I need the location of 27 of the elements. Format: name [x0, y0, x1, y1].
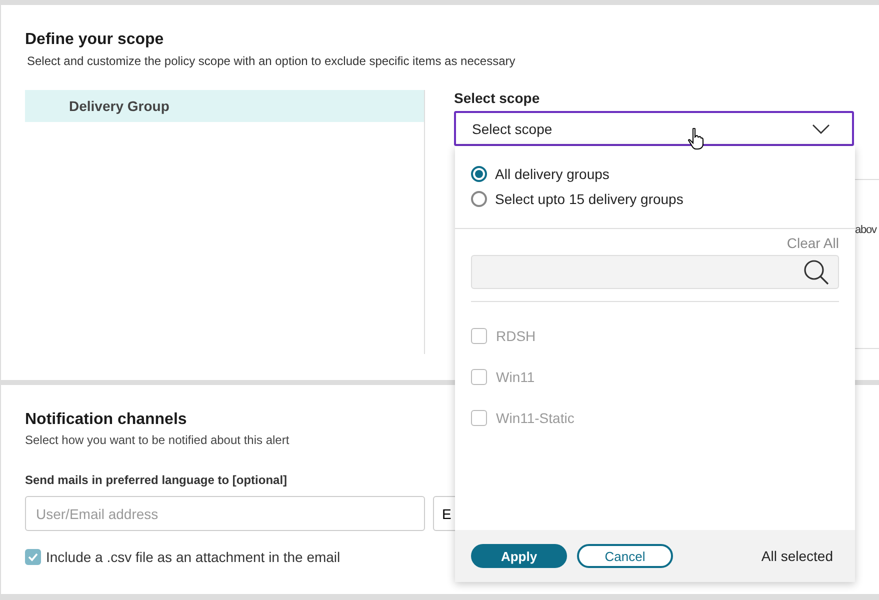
- field-label: Select scope: [454, 90, 541, 106]
- checkbox-label: RDSH: [496, 328, 536, 344]
- radio-label[interactable]: All delivery groups: [495, 166, 610, 182]
- section-subtitle: Select how you want to be notified about this alert: [25, 433, 290, 447]
- scope-select[interactable]: Select scope: [454, 111, 854, 146]
- checkbox-label: Win11-Static: [496, 410, 574, 426]
- radio-button[interactable]: [471, 191, 487, 207]
- search-field[interactable]: [471, 255, 839, 289]
- email-field[interactable]: User/Email address: [25, 496, 425, 531]
- radio-button[interactable]: [471, 166, 487, 182]
- clear-all-link[interactable]: Clear All: [786, 235, 839, 251]
- section-title: Notification channels: [25, 411, 187, 429]
- panel-text: abov: [855, 224, 876, 236]
- checkbox-label: Include a .csv file as an attachment in the email: [46, 549, 340, 565]
- radio-label[interactable]: Select upto 15 delivery groups: [495, 191, 684, 207]
- checkmark-icon: [27, 551, 39, 563]
- chevron-down-icon: [812, 124, 830, 134]
- search-icon: [802, 258, 830, 286]
- section-title: Define your scope: [25, 31, 164, 49]
- checkbox[interactable]: [25, 549, 41, 565]
- apply-button[interactable]: Apply: [471, 544, 567, 568]
- section-subtitle: Select and customize the policy scope with an option to exclude specific items as necessary: [27, 54, 516, 68]
- cancel-button[interactable]: Cancel: [577, 544, 673, 568]
- field-label: Send mails in preferred language to [optional]: [25, 473, 288, 487]
- checkbox-label: Win11: [496, 369, 535, 385]
- selection-status: All selected: [761, 548, 833, 564]
- category-item[interactable]: Delivery Group: [25, 90, 424, 122]
